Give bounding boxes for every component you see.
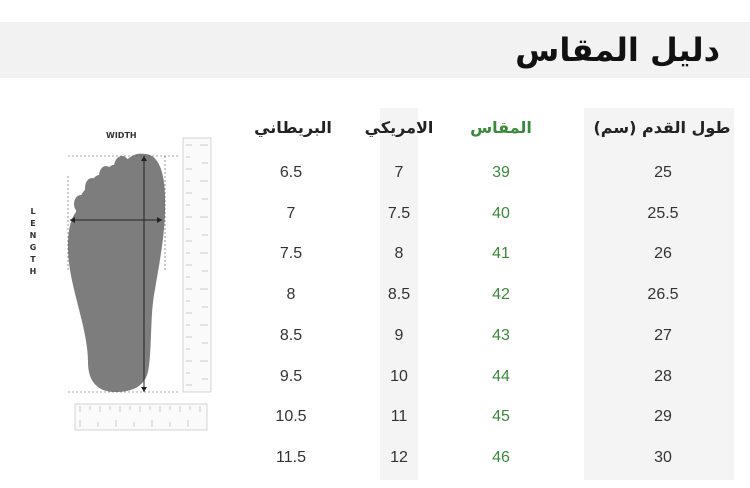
foot-length-cell: 27 [654, 327, 672, 344]
foot-silhouette [68, 153, 166, 392]
uk-cell: 6.5 [279, 164, 303, 181]
header-us: الامريكي [364, 118, 434, 137]
foot-measurement-illustration [67, 137, 212, 431]
foot-length-cell: 29 [654, 408, 672, 425]
foot-length-cell: 28 [654, 368, 672, 385]
size-cell: 39 [492, 164, 510, 181]
size-cell: 46 [492, 449, 510, 466]
uk-cell: 7 [286, 205, 296, 222]
us-cell: 11 [390, 408, 408, 425]
foot-length-cell: 30 [654, 449, 672, 466]
us-cell: 7.5 [387, 205, 411, 222]
uk-cell: 9.5 [279, 368, 303, 385]
size-cell: 45 [492, 408, 510, 425]
size-cell: 44 [492, 368, 510, 385]
us-cell: 9 [394, 327, 404, 344]
foot-length-cell: 25 [654, 164, 672, 181]
horizontal-ruler [74, 403, 208, 431]
uk-cell: 11.5 [276, 449, 306, 466]
size-cell: 42 [492, 286, 510, 303]
header-foot-length: طول القدم (سم) [593, 118, 731, 137]
uk-cell: 7.5 [279, 245, 303, 262]
header-uk: البريطاني [254, 118, 332, 137]
size-cell: 40 [492, 205, 510, 222]
header-size: المقاس [470, 118, 532, 137]
vertical-ruler [182, 137, 212, 393]
foot-length-cell: 26 [654, 245, 672, 262]
uk-cell: 8.5 [279, 327, 303, 344]
foot-length-cell: 25.5 [647, 205, 679, 222]
size-cell: 43 [492, 327, 510, 344]
title-bar: دليل المقاس [0, 22, 750, 78]
us-cell: 8 [394, 245, 404, 262]
us-cell: 12 [390, 449, 408, 466]
page-title: دليل المقاس [515, 31, 720, 69]
uk-cell: 8 [286, 286, 296, 303]
length-label: L E N G T H [29, 207, 37, 276]
us-cell: 8.5 [387, 286, 411, 303]
us-cell: 7 [394, 164, 404, 181]
size-cell: 41 [492, 245, 510, 262]
foot-length-cell: 26.5 [647, 286, 679, 303]
us-cell: 10 [390, 368, 408, 385]
width-label: WIDTH [106, 131, 137, 140]
uk-cell: 10.5 [275, 408, 307, 425]
